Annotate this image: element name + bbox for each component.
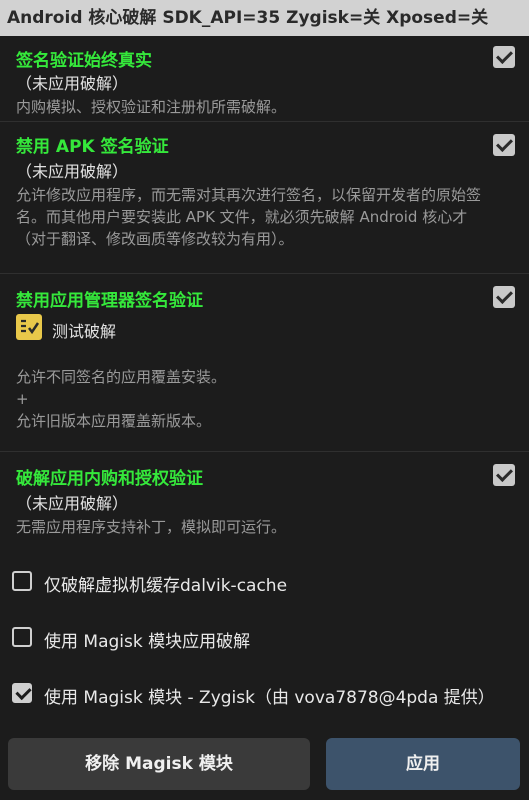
test-icon [16,314,42,340]
section-status: （未应用破解） [16,162,129,181]
section-signature-always-true[interactable]: 签名验证始终真实 （未应用破解） 内购模拟、授权验证和注册机所需破解。 [0,36,529,122]
apply-button[interactable]: 应用 [326,738,520,790]
section-title: 破解应用内购和授权验证 [16,469,203,489]
section-title: 签名验证始终真实 [16,51,152,71]
section-status: （未应用破解） [16,494,129,513]
checkbox[interactable] [12,571,32,591]
section-checkbox[interactable] [493,286,515,308]
checkbox[interactable] [12,683,32,703]
section-title: 禁用 APK 签名验证 [16,137,169,157]
remove-magisk-module-button[interactable]: 移除 Magisk 模块 [8,738,310,790]
title-bar: Android 核心破解 SDK_API=35 Zygisk=关 Xposed=… [0,0,529,36]
option-label: 使用 Magisk 模块应用破解 [44,632,251,652]
option-label: 仅破解虚拟机缓存dalvik-cache [44,576,288,596]
section-description: 内购模拟、授权验证和注册机所需破解。 [16,98,287,116]
section-checkbox[interactable] [493,134,515,156]
section-checkbox[interactable] [493,464,515,486]
section-status: 测试破解 [52,322,117,341]
section-title: 禁用应用管理器签名验证 [16,291,203,311]
section-description: 允许修改应用程序，而无需对其再次进行签名，以保留开发者的原始签名。而其他用户要安… [16,186,482,248]
section-checkbox[interactable] [493,46,515,68]
section-status: （未应用破解） [16,74,129,93]
section-disable-apk-signature[interactable]: 禁用 APK 签名验证 （未应用破解） 允许修改应用程序，而无需对其再次进行签名… [0,122,529,274]
checkbox[interactable] [12,627,32,647]
section-crack-iap-license[interactable]: 破解应用内购和授权验证 （未应用破解） 无需应用程序支持补丁，模拟即可运行。 [0,452,529,548]
section-disable-package-manager-signature[interactable]: 禁用应用管理器签名验证 测试破解 允许不同签名的应用覆盖安装。 + 允许旧版本应… [0,274,529,452]
option-label: 使用 Magisk 模块 - Zygisk（由 vova7878@4pda 提供… [44,688,495,708]
section-description: 无需应用程序支持补丁，模拟即可运行。 [16,518,287,536]
section-description: 允许不同签名的应用覆盖安装。 + 允许旧版本应用覆盖新版本。 [16,368,227,430]
